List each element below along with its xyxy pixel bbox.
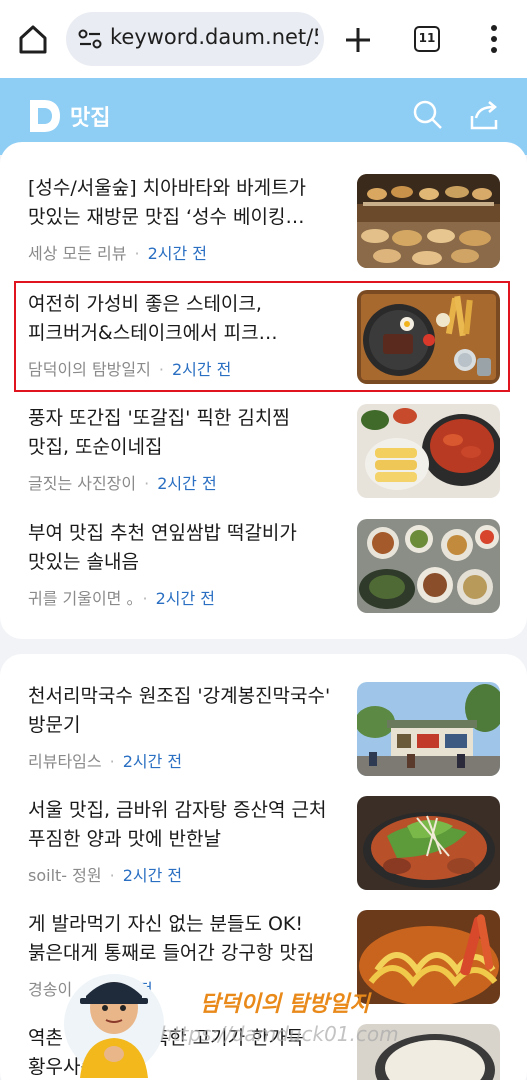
article-thumbnail[interactable]	[357, 404, 500, 498]
article-time: 2시간 전	[147, 244, 208, 263]
article-title[interactable]: 역촌 ... 럽고 촉촉한 고기가 한가득 황우사순대국	[28, 1024, 334, 1080]
article-time: 2시간 전	[122, 866, 183, 885]
address-bar[interactable]: keyword.daum.net/5	[66, 12, 324, 66]
list-item[interactable]: 풍자 또간집 '또갈집' 픽한 김치찜 맛집, 또순이네집 글짓는 사진장이 · 2…	[28, 404, 503, 508]
article-source: 세상 모든 리뷰	[28, 244, 127, 263]
article-title[interactable]: [성수/서울숲] 치아바타와 바게트가 맛있는 재방문 맛집 ‘성수 베이킹 스…	[28, 174, 334, 232]
list-item[interactable]: 역촌 ... 럽고 촉촉한 고기가 한가득 황우사순대국	[28, 1024, 503, 1080]
list-item[interactable]: 서울 맛집, 금바위 감자탕 증산역 근처 푸짐한 양과 맛에 반한날 soil…	[28, 796, 503, 900]
article-list-card: 천서리막국수 원조집 '강계봉진막국수' 방문기 리뷰타임스 · 2시간 전 서울 …	[0, 654, 527, 1080]
article-source: soilt- 정원	[28, 866, 102, 885]
article-thumbnail[interactable]	[357, 910, 500, 1004]
article-source: 귀를 기울이면 。	[28, 589, 135, 608]
article-thumbnail[interactable]	[357, 1024, 500, 1080]
new-tab-icon[interactable]	[342, 24, 374, 56]
article-title[interactable]: 부여 맛집 추천 연잎쌈밥 떡갈비가 맛있는 솔내음	[28, 519, 334, 577]
share-icon[interactable]	[468, 98, 500, 132]
article-thumbnail[interactable]	[357, 519, 500, 613]
article-source: 글짓는 사진장이	[28, 474, 137, 493]
article-thumbnail[interactable]	[357, 682, 500, 776]
article-title[interactable]: 천서리막국수 원조집 '강계봉진막국수' 방문기	[28, 682, 334, 740]
list-item[interactable]: 천서리막국수 원조집 '강계봉진막국수' 방문기 리뷰타임스 · 2시간 전	[28, 682, 503, 786]
search-icon[interactable]	[412, 99, 444, 131]
article-meta: 세상 모든 리뷰 · 2시간 전	[28, 244, 208, 263]
article-thumbnail[interactable]	[357, 174, 500, 268]
article-title[interactable]: 풍자 또간집 '또갈집' 픽한 김치찜 맛집, 또순이네집	[28, 404, 334, 462]
article-meta: 글짓는 사진장이 · 2시간 전	[28, 474, 217, 493]
list-item[interactable]: 부여 맛집 추천 연잎쌈밥 떡갈비가 맛있는 솔내음 귀를 기울이면 。 · 2시간…	[28, 519, 503, 623]
page-title: 맛집	[70, 106, 111, 131]
article-meta: 리뷰타임스 · 2시간 전	[28, 752, 183, 771]
article-source: 경송이	[28, 980, 73, 999]
more-menu-icon[interactable]	[482, 22, 506, 56]
article-title[interactable]: 서울 맛집, 금바위 감자탕 증산역 근처 푸짐한 양과 맛에 반한날	[28, 796, 334, 854]
home-icon[interactable]	[16, 22, 50, 56]
article-source: 리뷰타임스	[28, 752, 102, 771]
article-thumbnail[interactable]	[357, 796, 500, 890]
list-item[interactable]: [성수/서울숲] 치아바타와 바게트가 맛있는 재방문 맛집 ‘성수 베이킹 스…	[28, 174, 503, 278]
url-text[interactable]: keyword.daum.net/5	[110, 25, 318, 49]
highlight-box	[14, 281, 510, 392]
article-time: 2시간 전	[122, 752, 183, 771]
tab-switcher-button[interactable]: 11	[414, 26, 440, 52]
article-meta: soilt- 정원 · 2시간 전	[28, 866, 183, 885]
article-meta: 경송이 · 3시간 전	[28, 980, 153, 999]
article-time: 2시간 전	[157, 474, 217, 493]
article-title[interactable]: 게 발라먹기 자신 없는 분들도 OK! 붉은대게 통째로 들어간 강구항 맛집	[28, 910, 334, 968]
daum-logo-icon[interactable]	[28, 98, 62, 134]
list-item[interactable]: 게 발라먹기 자신 없는 분들도 OK! 붉은대게 통째로 들어간 강구항 맛집…	[28, 910, 503, 1014]
site-settings-icon[interactable]	[78, 28, 102, 50]
browser-toolbar: keyword.daum.net/5 11	[0, 0, 527, 78]
article-time: 3시간 전	[93, 980, 153, 999]
article-meta: 귀를 기울이면 。 · 2시간 전	[28, 589, 216, 608]
article-time: 2시간 전	[155, 589, 216, 608]
